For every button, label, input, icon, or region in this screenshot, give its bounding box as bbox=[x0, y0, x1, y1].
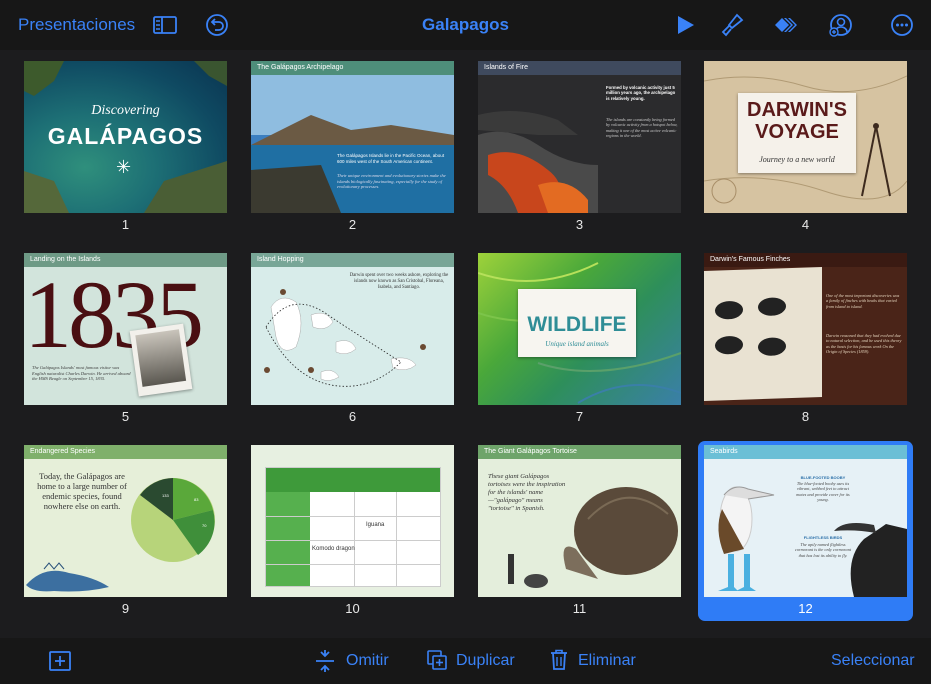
slide12-header: Seabirds bbox=[704, 445, 907, 459]
slide-thumbnail-10[interactable]: Iguana Komodo dragon bbox=[251, 445, 454, 597]
slide2-header: The Galápagos Archipelago bbox=[251, 61, 454, 75]
pie-chart: 133 83 70 bbox=[131, 478, 215, 562]
bottom-toolbar: Omitir Duplicar Eliminar Seleccionar bbox=[0, 638, 931, 684]
table-cell: Iguana bbox=[366, 522, 385, 528]
sidebar-icon[interactable] bbox=[152, 12, 178, 38]
slide-number: 2 bbox=[348, 217, 357, 232]
slide12-text2: The aptly named flightless cormorant is … bbox=[794, 542, 852, 558]
skip-icon[interactable] bbox=[314, 650, 336, 672]
slide5-caption: The Galápagos Islands' most famous visit… bbox=[32, 365, 131, 381]
slide-thumbnail-8[interactable]: Darwin's Famous Finches One of the most … bbox=[704, 253, 907, 405]
coast-photo bbox=[251, 75, 454, 213]
slide11-header: The Giant Galápagos Tortoise bbox=[478, 445, 681, 459]
slide-number: 12 bbox=[798, 601, 813, 616]
slide-number: 6 bbox=[348, 409, 357, 424]
duplicate-icon[interactable] bbox=[427, 650, 447, 670]
slide-number: 9 bbox=[121, 601, 130, 616]
trash-icon[interactable] bbox=[550, 649, 568, 671]
slide-thumbnail-7[interactable]: WILDLIFE Unique island animals bbox=[478, 253, 681, 405]
finch-book-image bbox=[704, 266, 822, 402]
slide6-header: Island Hopping bbox=[251, 253, 454, 267]
comparison-table: Iguana Komodo dragon bbox=[265, 467, 441, 587]
tortoise-image bbox=[508, 487, 678, 588]
iguana-image bbox=[26, 562, 109, 592]
slide3-text2: The islands are constantly being formed … bbox=[606, 117, 678, 138]
skip-button[interactable]: Omitir bbox=[346, 652, 389, 670]
delete-button[interactable]: Eliminar bbox=[578, 652, 636, 670]
add-slide-icon[interactable] bbox=[48, 650, 72, 672]
pie-label: 133 bbox=[162, 493, 169, 498]
pie-label: 70 bbox=[202, 523, 207, 528]
island-map bbox=[264, 289, 426, 387]
play-icon[interactable] bbox=[672, 12, 698, 38]
more-icon[interactable] bbox=[889, 12, 915, 38]
slide1-title: Discovering bbox=[91, 103, 160, 118]
slide9-text: Today, the Galápagos are home to a large… bbox=[37, 471, 127, 511]
slide8-text2: Darwin reasoned that they had evolved du… bbox=[826, 333, 902, 354]
slide7-title: WILDLIFE bbox=[527, 313, 627, 336]
slide7-subtitle: Unique island animals bbox=[545, 340, 609, 348]
slide-number: 7 bbox=[575, 409, 584, 424]
slide12-label1: BLUE-FOOTED BOOBY bbox=[800, 475, 846, 480]
slide-thumbnail-12[interactable]: Seabirds BLUE-FOOTED BOOBY The blue-foot… bbox=[704, 445, 907, 597]
slide-thumbnail-2[interactable]: The Galápagos Archipelago The Galápagos … bbox=[251, 61, 454, 213]
slide-thumbnail-6[interactable]: Island Hopping Darwin spent over two wee… bbox=[251, 253, 454, 405]
slide8-header: Darwin's Famous Finches bbox=[704, 253, 907, 267]
slide9-header: Endangered Species bbox=[24, 445, 227, 459]
slide1-subtitle: GALÁPAGOS bbox=[47, 123, 204, 149]
undo-icon[interactable] bbox=[204, 12, 230, 38]
slide-thumbnail-5[interactable]: Landing on the Islands 1835 The Galápago… bbox=[24, 253, 227, 405]
slide-thumbnail-3[interactable]: Islands of Fire Formed by volcanic activ… bbox=[478, 61, 681, 213]
slide-thumbnail-1[interactable]: Discovering GALÁPAGOS ✳ bbox=[24, 61, 227, 213]
slide-thumbnail-9[interactable]: Endangered Species Today, the Galápagos … bbox=[24, 445, 227, 597]
pie-label: 83 bbox=[194, 497, 199, 502]
slide3-header: Islands of Fire bbox=[478, 61, 681, 75]
slide-number: 11 bbox=[572, 601, 587, 616]
slide-number: 10 bbox=[345, 601, 360, 616]
slide-thumbnail-4[interactable]: DARWIN'S VOYAGE Journey to a new world bbox=[704, 61, 907, 213]
slide8-text1: One of the most important discoveries wa… bbox=[826, 293, 900, 309]
slide2-bullet2: Their unique environment and evolutionar… bbox=[337, 173, 446, 189]
presentations-back-button[interactable]: Presentaciones bbox=[18, 15, 135, 35]
slide-thumbnail-11[interactable]: The Giant Galápagos Tortoise These giant… bbox=[478, 445, 681, 597]
duplicate-button[interactable]: Duplicar bbox=[456, 652, 515, 670]
divider-compass-icon bbox=[861, 123, 891, 197]
paintbrush-icon[interactable] bbox=[719, 12, 745, 38]
slide3-text1: Formed by volcanic activity just 5 milli… bbox=[606, 85, 676, 101]
compass-star-icon: ✳ bbox=[116, 157, 132, 177]
slide-number: 4 bbox=[801, 217, 810, 232]
slide4-subtitle: Journey to a new world bbox=[759, 155, 835, 164]
table-cell: Komodo dragon bbox=[312, 546, 355, 552]
slide5-year: 1835 bbox=[24, 261, 204, 368]
slide4-title: DARWIN'S VOYAGE bbox=[747, 99, 847, 143]
toolbar: Presentaciones Galapagos bbox=[0, 0, 931, 50]
darwin-portrait-image bbox=[129, 323, 193, 397]
animate-icon[interactable] bbox=[772, 12, 798, 38]
slide-number: 3 bbox=[575, 217, 584, 232]
select-button[interactable]: Seleccionar bbox=[831, 652, 915, 670]
slide2-bullet1: The Galápagos Islands lie in the Pacific… bbox=[337, 153, 445, 164]
slide12-label2: FLIGHTLESS BIRDS bbox=[803, 535, 843, 540]
slide-number: 5 bbox=[121, 409, 130, 424]
finch-drawing-icon bbox=[715, 297, 786, 356]
slide12-text1: The blue-footed booby uses its vibrant, … bbox=[796, 481, 850, 502]
slide-number: 1 bbox=[121, 217, 130, 232]
collaborate-icon[interactable] bbox=[828, 12, 854, 38]
slide-number: 8 bbox=[801, 409, 810, 424]
